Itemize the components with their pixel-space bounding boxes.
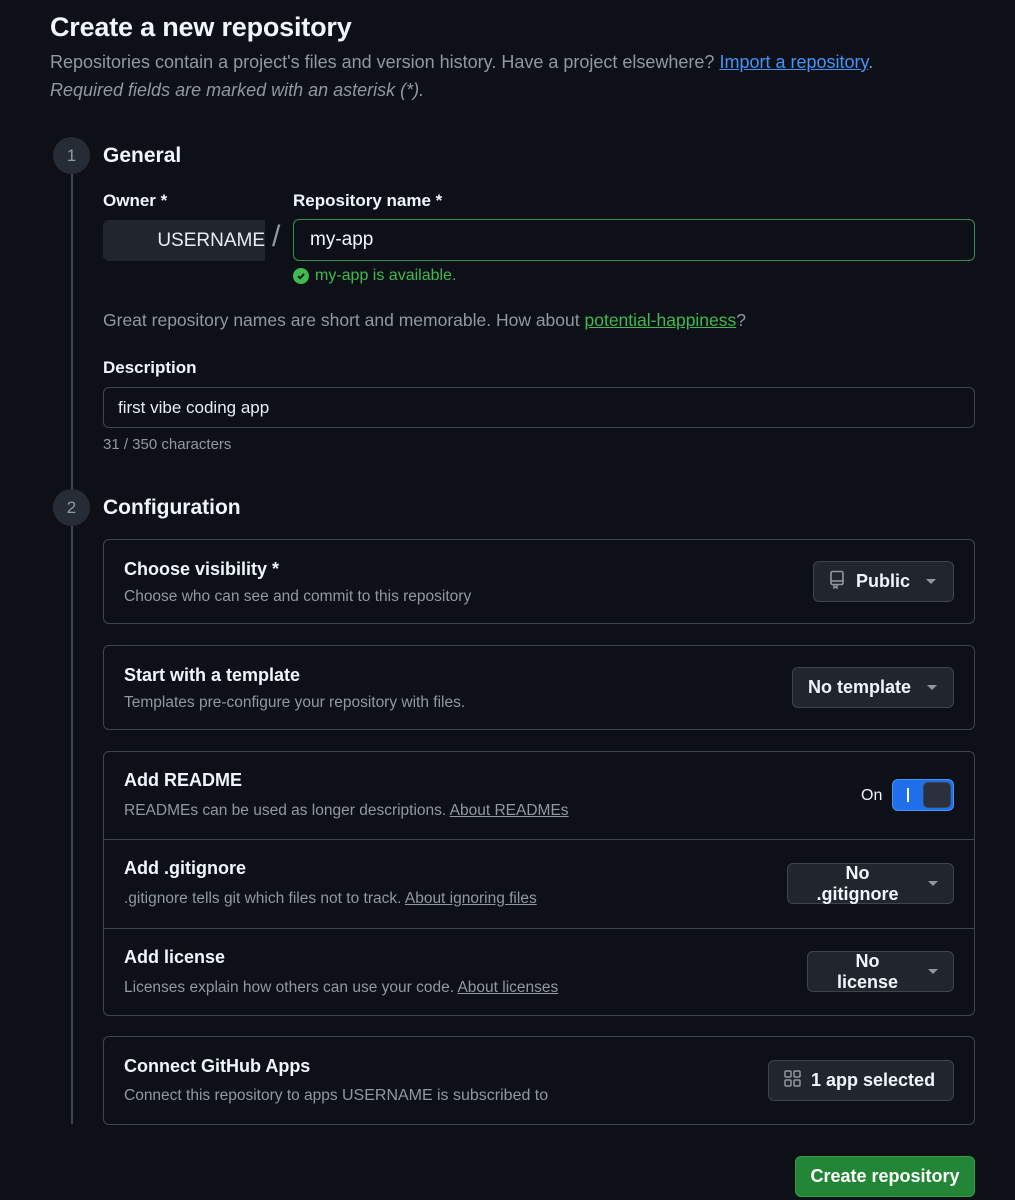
page-subtitle: Repositories contain a project's files a… [50, 52, 874, 72]
repository-name-label: Repository name * [293, 191, 443, 210]
gitignore-dropdown[interactable]: No .gitignore [787, 863, 954, 904]
chevron-down-icon [926, 579, 937, 584]
template-card: Start with a template Templates pre-conf… [103, 645, 975, 730]
owner-value: USERNAME [157, 229, 265, 251]
general-section-title: General [103, 144, 182, 167]
suggestion-suffix: ? [736, 310, 747, 330]
license-title: Add license [124, 947, 226, 967]
readme-row: Add README READMEs can be used as longer… [104, 752, 974, 840]
create-repository-button[interactable]: Create repository [795, 1156, 975, 1197]
about-licenses-link[interactable]: About licenses [457, 979, 558, 996]
description-input[interactable] [103, 387, 975, 428]
configuration-section-title: Configuration [103, 496, 241, 519]
apps-username: USERNAME [341, 1087, 433, 1104]
chevron-down-icon [928, 881, 938, 886]
github-apps-title: Connect GitHub Apps [124, 1056, 311, 1076]
visibility-title: Choose visibility * [124, 559, 280, 579]
apps-grid-icon [784, 1069, 801, 1092]
template-selected: No template [808, 677, 912, 697]
visibility-selected: Public [856, 571, 911, 591]
initialize-options-card: Add README READMEs can be used as longer… [103, 751, 975, 1016]
license-description: Licenses explain how others can use your… [124, 979, 559, 996]
gitignore-row: Add .gitignore .gitignore tells git whic… [104, 840, 974, 928]
availability-text: my-app is available. [315, 267, 457, 284]
owner-dropdown[interactable]: USERNAME [103, 220, 265, 261]
visibility-dropdown[interactable]: Public [813, 561, 954, 602]
visibility-card: Choose visibility * Choose who can see a… [103, 539, 975, 624]
license-row: Add license Licenses explain how others … [104, 929, 974, 1017]
github-apps-description: Connect this repository to apps USERNAME… [124, 1087, 549, 1104]
subtitle-text: Repositories contain a project's files a… [50, 52, 715, 72]
name-suggestion: Great repository names are short and mem… [103, 310, 746, 331]
toggle-knob [923, 782, 951, 808]
license-dropdown[interactable]: No license [807, 951, 954, 992]
visibility-description: Choose who can see and commit to this re… [124, 588, 472, 605]
readme-description: READMEs can be used as longer descriptio… [124, 802, 569, 819]
gitignore-selected: No .gitignore [816, 862, 899, 904]
license-selected: No license [836, 950, 899, 992]
steps-timeline [71, 172, 73, 1124]
availability-message: my-app is available. [293, 267, 456, 285]
gitignore-description: .gitignore tells git which files not to … [124, 890, 537, 907]
template-title: Start with a template [124, 665, 301, 685]
about-ignoring-files-link[interactable]: About ignoring files [405, 890, 537, 907]
step-1-badge: 1 [53, 137, 90, 174]
description-char-count: 31 / 350 characters [103, 436, 232, 453]
readme-title: Add README [124, 770, 242, 790]
repo-icon [829, 570, 846, 594]
repository-name-input[interactable] [293, 219, 975, 261]
template-description: Templates pre-configure your repository … [124, 694, 466, 711]
chevron-down-icon [927, 685, 938, 690]
apps-selected: 1 app selected [811, 1070, 936, 1090]
template-dropdown[interactable]: No template [792, 667, 954, 708]
about-readmes-link[interactable]: About READMEs [450, 802, 569, 819]
github-apps-selector[interactable]: 1 app selected [768, 1060, 954, 1101]
create-repository-page: Create a new repository Repositories con… [0, 0, 1015, 1200]
page-title: Create a new repository [50, 12, 352, 42]
step-2-badge: 2 [53, 489, 90, 526]
chevron-down-icon [928, 969, 938, 974]
github-apps-card: Connect GitHub Apps Connect this reposit… [103, 1036, 975, 1125]
owner-label: Owner * [103, 191, 168, 210]
import-repository-link[interactable]: Import a repository [719, 52, 868, 72]
readme-toggle[interactable] [892, 779, 954, 811]
gitignore-title: Add .gitignore [124, 858, 246, 878]
toggle-on-mark-icon [907, 788, 909, 802]
check-circle-icon [293, 268, 309, 284]
required-fields-note: Required fields are marked with an aster… [50, 80, 425, 100]
owner-repo-separator: / [272, 220, 281, 253]
suggested-name-link[interactable]: potential-happiness [585, 310, 737, 330]
description-label: Description [103, 358, 197, 377]
readme-toggle-state: On [861, 787, 883, 804]
suggestion-prefix: Great repository names are short and mem… [103, 310, 580, 330]
